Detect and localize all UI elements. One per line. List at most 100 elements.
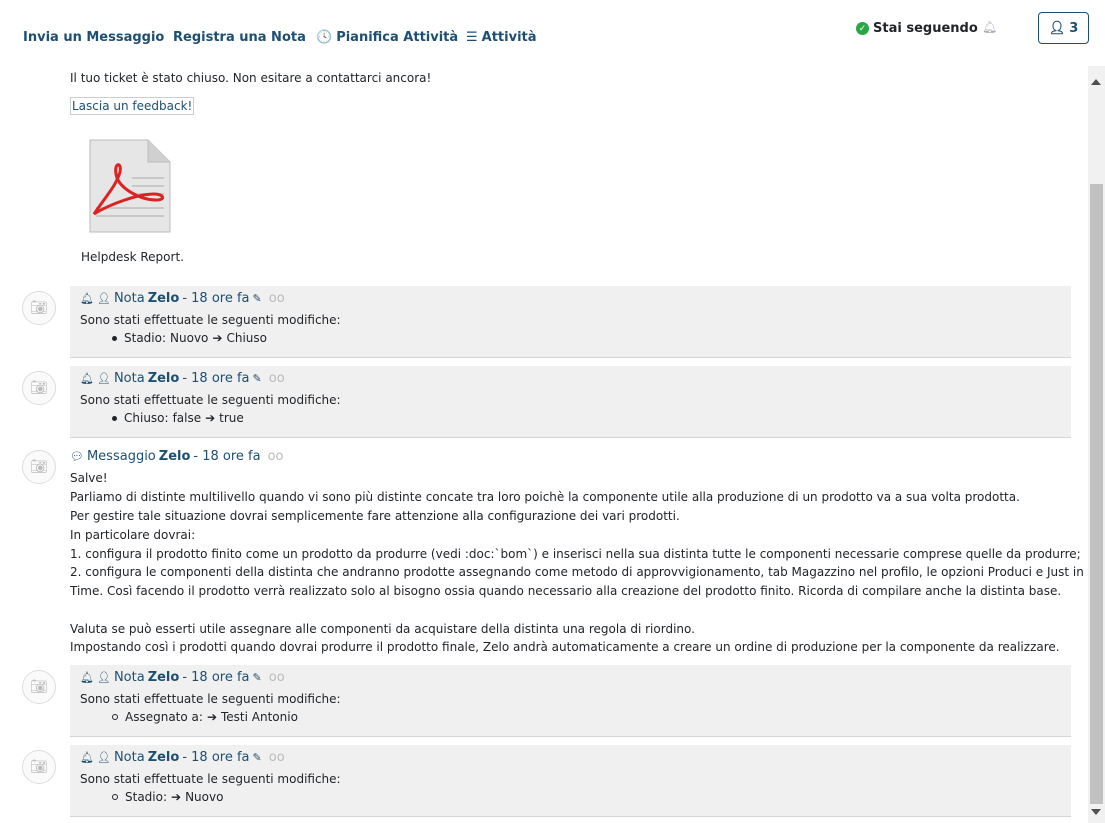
avatar[interactable]: 📷︎ bbox=[22, 371, 56, 405]
avatar[interactable]: 📷︎ bbox=[22, 750, 56, 784]
glasses-icon[interactable]: oo bbox=[268, 449, 284, 464]
message-author[interactable]: Zelo bbox=[159, 449, 191, 464]
tracking-value: Stadio: ➔ Nuovo bbox=[112, 790, 223, 804]
message-line: Time. Così facendo il prodotto verrà rea… bbox=[70, 584, 1062, 598]
note-item: 🔔︎ 👤︎ Nota Zelo - 18 ore fa ✎ oo Sono st… bbox=[70, 665, 1071, 737]
glasses-icon[interactable]: oo bbox=[269, 371, 285, 386]
bullet bbox=[112, 415, 117, 421]
user-icon: 👤︎ bbox=[1048, 20, 1066, 36]
bell-icon: 🔔︎ bbox=[80, 751, 94, 764]
tracking-value: Chiuso: false ➔ true bbox=[112, 411, 244, 425]
log-note-label: Registra una Nota bbox=[173, 30, 306, 45]
note-author[interactable]: Zelo bbox=[148, 670, 180, 685]
message-time: - 18 ore fa bbox=[193, 449, 261, 464]
note-type: Nota bbox=[113, 750, 145, 765]
message-line: Impostando così i prodotti quando dovrai… bbox=[70, 640, 1060, 654]
tracked-field: Chiuso: bbox=[124, 411, 169, 425]
arrow-right-icon: ➔ bbox=[206, 710, 217, 724]
arrow-right-icon: ➔ bbox=[205, 411, 216, 425]
bell-icon: 🔔︎ bbox=[80, 292, 94, 305]
arrow-right-icon: ➔ bbox=[171, 790, 182, 804]
avatar[interactable]: 📷︎ bbox=[22, 450, 56, 484]
log-note-button[interactable]: Registra una Nota bbox=[173, 30, 306, 45]
note-body: Sono stati effettuate le seguenti modifi… bbox=[80, 772, 341, 786]
glasses-icon[interactable]: oo bbox=[269, 750, 285, 765]
send-message-button[interactable]: Invia un Messaggio bbox=[23, 30, 164, 45]
note-type: Nota bbox=[113, 291, 145, 306]
activities-button[interactable]: ☰ Attività bbox=[466, 30, 537, 45]
scroll-up-icon[interactable] bbox=[1091, 79, 1101, 85]
edit-icon[interactable]: ✎ bbox=[253, 292, 262, 305]
glasses-icon[interactable]: oo bbox=[269, 670, 285, 685]
new-value: true bbox=[219, 411, 244, 425]
user-cog-icon: 👤︎ bbox=[96, 372, 111, 385]
message-type: Messaggio bbox=[86, 449, 156, 464]
tracking-value: Stadio: Nuovo ➔ Chiuso bbox=[112, 331, 267, 345]
message-line: 1. configura il prodotto finito come un … bbox=[70, 547, 1081, 561]
edit-icon[interactable]: ✎ bbox=[253, 372, 262, 385]
note-type: Nota bbox=[113, 371, 145, 386]
message-line: 2. configura le componenti della distint… bbox=[70, 565, 1084, 579]
note-author[interactable]: Zelo bbox=[148, 291, 180, 306]
message-line: Parliamo di distinte multilivello quando… bbox=[70, 490, 1020, 504]
tracking-value: Assegnato a: ➔ Testi Antonio bbox=[112, 710, 298, 724]
send-message-label: Invia un Messaggio bbox=[23, 30, 165, 45]
edit-icon[interactable]: ✎ bbox=[253, 671, 262, 684]
note-time: - 18 ore fa bbox=[182, 291, 250, 306]
clock-icon: 🕓 bbox=[316, 30, 333, 45]
note-item: 🔔︎ 👤︎ Nota Zelo - 18 ore fa ✎ oo Sono st… bbox=[70, 745, 1071, 817]
followers-count: 3 bbox=[1069, 20, 1079, 36]
user-cog-icon: 👤︎ bbox=[96, 671, 111, 684]
bell-icon: 🔔︎ bbox=[80, 671, 94, 684]
pdf-file-icon[interactable] bbox=[86, 138, 172, 234]
feedback-link[interactable]: Lascia un feedback! bbox=[70, 97, 195, 115]
comment-icon: 💬︎ bbox=[70, 450, 84, 463]
arrow-right-icon: ➔ bbox=[212, 331, 223, 345]
note-item: 🔔︎ 👤︎ Nota Zelo - 18 ore fa ✎ oo Sono st… bbox=[70, 286, 1071, 358]
message-line: Per gestire tale situazione dovrai sempl… bbox=[70, 509, 680, 523]
avatar[interactable]: 📷︎ bbox=[22, 670, 56, 704]
new-value: Chiuso bbox=[226, 331, 267, 345]
attachment-filename[interactable]: Helpdesk Report.pdf bbox=[81, 250, 185, 264]
chatter-topbar: Invia un Messaggio Registra una Nota 🕓 P… bbox=[0, 0, 1105, 66]
scroll-down-icon[interactable] bbox=[1091, 809, 1101, 815]
tracked-field: Assegnato a: bbox=[125, 710, 203, 724]
note-item: 🔔︎ 👤︎ Nota Zelo - 18 ore fa ✎ oo Sono st… bbox=[70, 366, 1071, 438]
note-time: - 18 ore fa bbox=[182, 750, 250, 765]
tracked-field: Stadio: bbox=[124, 331, 167, 345]
activities-label: Attività bbox=[481, 30, 537, 45]
schedule-activity-button[interactable]: 🕓 Pianifica Attività bbox=[316, 30, 458, 45]
new-value: Nuovo bbox=[185, 790, 224, 804]
followers-button[interactable]: 👤︎ 3 bbox=[1038, 12, 1089, 44]
note-author[interactable]: Zelo bbox=[148, 750, 180, 765]
old-value: false bbox=[172, 411, 202, 425]
user-cog-icon: 👤︎ bbox=[96, 292, 111, 305]
note-time: - 18 ore fa bbox=[182, 670, 250, 685]
scrollbar-thumb[interactable] bbox=[1090, 184, 1103, 804]
message-header: 💬︎ Messaggio Zelo - 18 ore fa oo bbox=[70, 449, 284, 464]
new-value: Testi Antonio bbox=[221, 710, 298, 724]
avatar[interactable]: 📷︎ bbox=[22, 291, 56, 325]
bullet bbox=[112, 714, 118, 720]
note-time: - 18 ore fa bbox=[182, 371, 250, 386]
note-body: Sono stati effettuate le seguenti modifi… bbox=[80, 692, 341, 706]
following-toggle[interactable]: ✓ Stai seguendo bbox=[856, 21, 978, 36]
edit-icon[interactable]: ✎ bbox=[253, 751, 262, 764]
note-body: Sono stati effettuate le seguenti modifi… bbox=[80, 393, 341, 407]
bullet bbox=[112, 335, 117, 341]
message-line: Salve! bbox=[70, 471, 108, 485]
list-icon: ☰ bbox=[466, 30, 478, 45]
bell-icon[interactable]: 🔔︎ bbox=[982, 20, 997, 34]
note-author[interactable]: Zelo bbox=[148, 371, 180, 386]
old-value: Nuovo bbox=[170, 331, 209, 345]
schedule-activity-label: Pianifica Attività bbox=[336, 30, 459, 45]
message-line: Valuta se può esserti utile assegnare al… bbox=[70, 622, 695, 636]
check-circle-icon: ✓ bbox=[856, 22, 869, 35]
message-line: In particolare dovrai: bbox=[70, 528, 196, 542]
ticket-closed-text: Il tuo ticket è stato chiuso. Non esitar… bbox=[70, 71, 432, 85]
glasses-icon[interactable]: oo bbox=[269, 291, 285, 306]
bell-icon: 🔔︎ bbox=[80, 372, 94, 385]
following-label: Stai seguendo bbox=[873, 21, 978, 36]
tracked-field: Stadio: bbox=[125, 790, 168, 804]
note-body: Sono stati effettuate le seguenti modifi… bbox=[80, 313, 341, 327]
